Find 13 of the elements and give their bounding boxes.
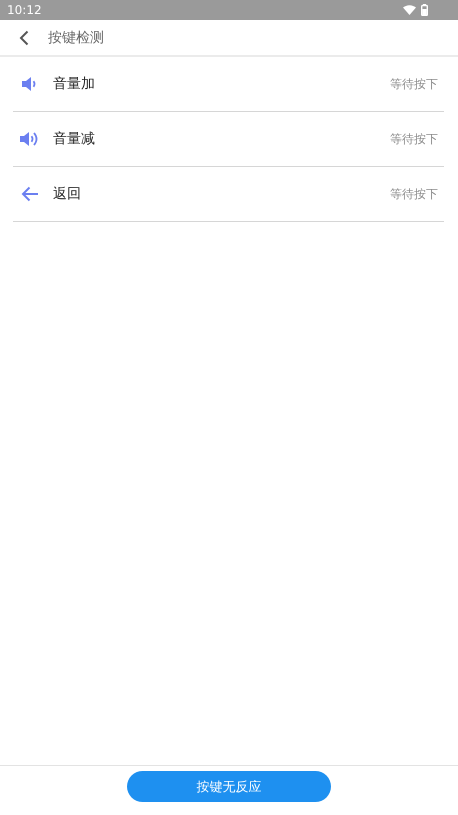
status-time: 10:12 (7, 3, 42, 17)
wifi-icon (403, 5, 416, 15)
key-status: 等待按下 (390, 186, 438, 202)
back-icon[interactable] (19, 30, 29, 46)
key-name: 返回 (53, 185, 82, 203)
key-status: 等待按下 (390, 76, 438, 92)
arrow-left-icon (19, 184, 41, 204)
no-response-button[interactable]: 按键无反应 (127, 771, 331, 802)
key-name: 音量减 (53, 130, 96, 148)
key-name: 音量加 (53, 75, 96, 93)
battery-icon (421, 4, 428, 16)
key-status: 等待按下 (390, 130, 438, 148)
page-title: 按键检测 (48, 28, 104, 46)
